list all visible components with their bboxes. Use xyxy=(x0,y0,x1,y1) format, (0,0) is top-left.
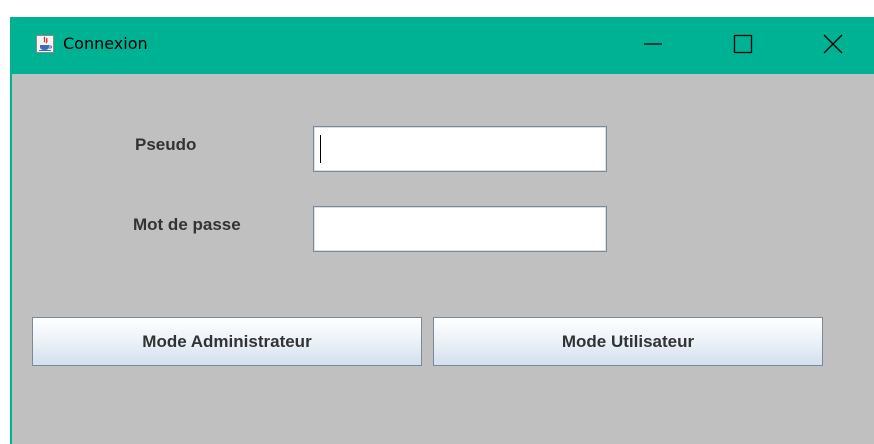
password-input[interactable] xyxy=(317,210,609,246)
password-label: Mot de passe xyxy=(133,215,241,234)
login-window: Connexion Pseudo Mot de passe Mode Admin… xyxy=(10,17,874,444)
minimize-button[interactable] xyxy=(630,17,676,74)
minimize-icon xyxy=(644,43,662,45)
maximize-button[interactable] xyxy=(720,17,766,74)
window-title: Connexion xyxy=(63,34,148,53)
pseudo-input[interactable] xyxy=(317,130,609,166)
close-icon xyxy=(823,34,843,54)
admin-mode-button[interactable]: Mode Administrateur xyxy=(32,317,422,366)
pseudo-label: Pseudo xyxy=(135,135,197,154)
pseudo-field[interactable] xyxy=(313,126,609,172)
user-mode-button[interactable]: Mode Utilisateur xyxy=(433,317,823,366)
login-form-panel: Pseudo Mot de passe Mode Administrateur … xyxy=(12,74,874,444)
java-coffee-icon xyxy=(36,35,54,53)
close-button[interactable] xyxy=(810,17,856,74)
maximize-icon xyxy=(733,34,753,54)
text-caret xyxy=(320,135,321,163)
password-field[interactable] xyxy=(313,206,609,252)
title-bar[interactable]: Connexion xyxy=(10,17,874,74)
